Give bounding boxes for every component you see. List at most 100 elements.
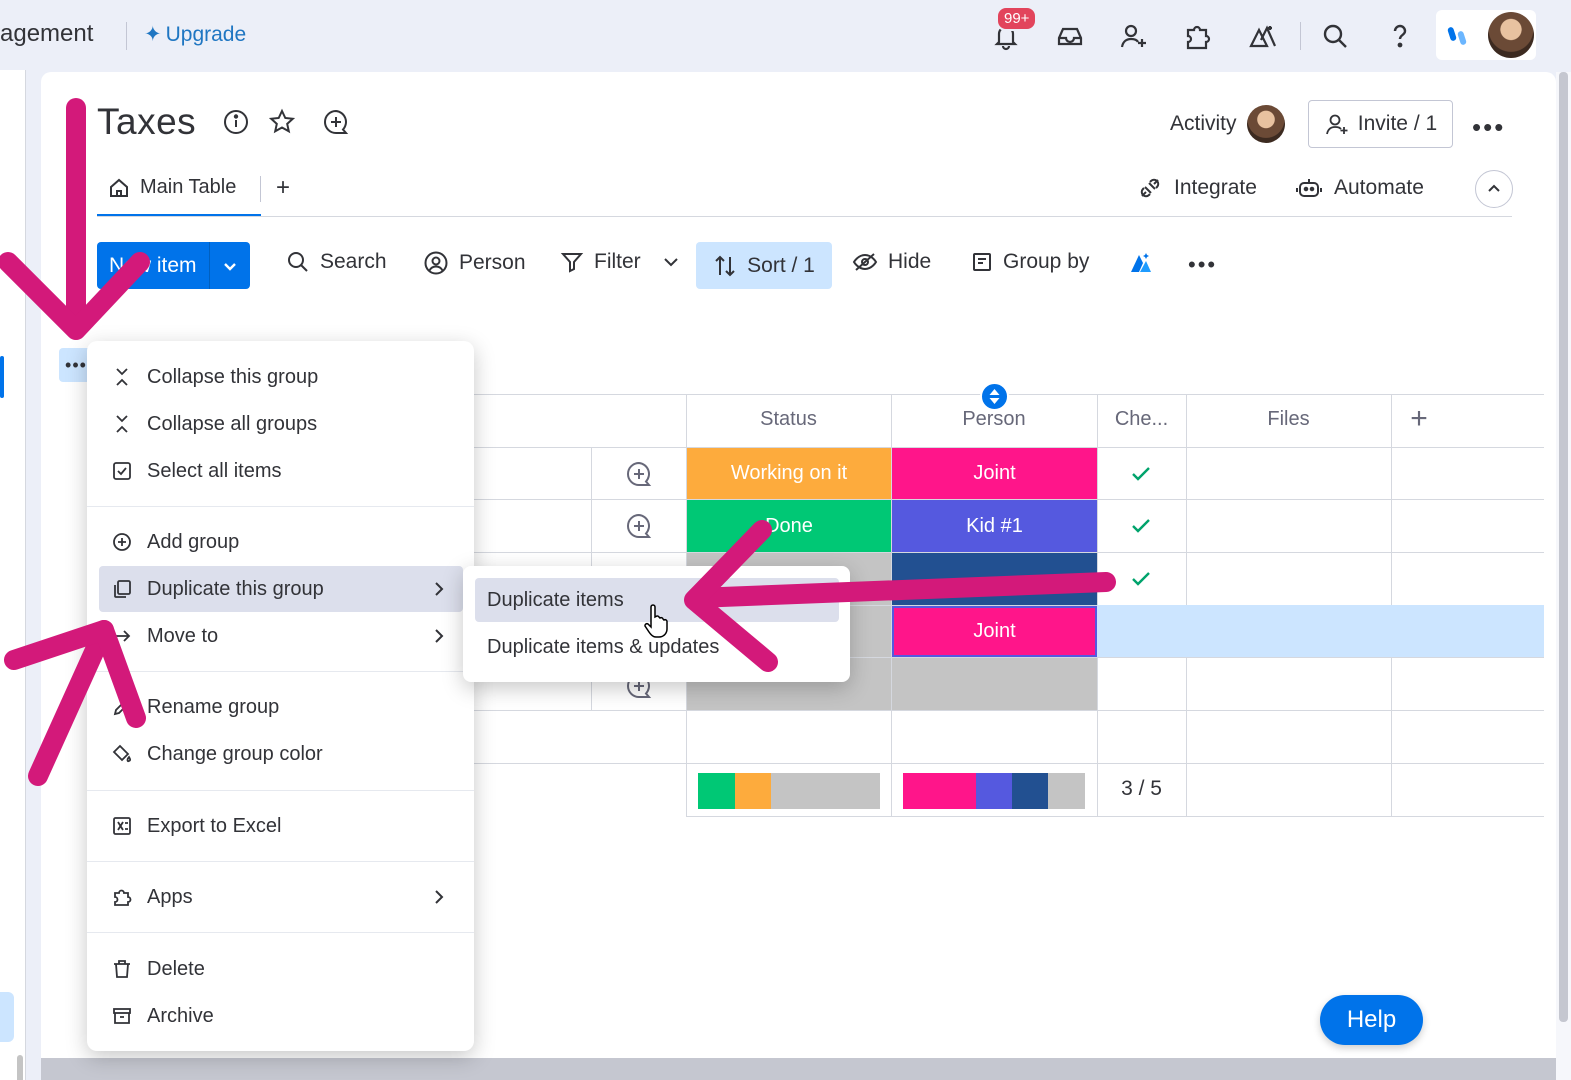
invite-button[interactable]: Invite / 1: [1308, 100, 1453, 148]
activity-avatar[interactable]: [1247, 105, 1285, 143]
ai-assistant-icon[interactable]: [1247, 20, 1279, 52]
vertical-scrollbar-thumb[interactable]: [1559, 72, 1568, 1022]
ai-sidekick-button[interactable]: [1128, 250, 1154, 276]
account-area[interactable]: [1436, 10, 1536, 60]
add-update-icon[interactable]: [625, 460, 653, 488]
invite-person-icon: [1324, 111, 1350, 137]
menu-item-change-color[interactable]: Change group color: [99, 731, 463, 777]
person-cell[interactable]: Joint: [892, 606, 1097, 657]
top-bar: agement ✦ Upgrade 99+: [0, 0, 1571, 70]
filter-button[interactable]: Filter: [560, 250, 681, 274]
selected-row-highlight: [1097, 605, 1544, 657]
checkmark-icon[interactable]: [1129, 462, 1153, 486]
menu-item-apps[interactable]: Apps: [99, 874, 463, 920]
collapse-header-button[interactable]: [1475, 170, 1513, 208]
column-header-status[interactable]: Status: [686, 408, 891, 431]
new-item-button[interactable]: New item: [97, 242, 250, 289]
divider: [126, 22, 127, 50]
search-icon: [288, 252, 308, 272]
group-by-button[interactable]: Group by: [971, 250, 1089, 274]
chevron-down-icon: [224, 262, 236, 271]
menu-item-delete[interactable]: Delete: [99, 946, 463, 992]
menu-item-collapse-all[interactable]: Collapse all groups: [99, 401, 463, 447]
info-icon[interactable]: [222, 108, 250, 136]
tab-main-table[interactable]: Main Table: [108, 176, 236, 199]
activity-button[interactable]: Activity: [1170, 112, 1237, 136]
checkmark-icon[interactable]: [1129, 514, 1153, 538]
horizontal-scrollbar[interactable]: [41, 1058, 1556, 1080]
group-by-label: Group by: [1003, 250, 1090, 273]
person-cell[interactable]: Kid #1: [892, 500, 1097, 552]
table-border: [474, 394, 1544, 395]
menu-item-move-to[interactable]: Move to: [99, 613, 463, 659]
monday-logo-icon: [1446, 23, 1472, 49]
invite-members-icon[interactable]: [1118, 20, 1150, 52]
person-cell[interactable]: [892, 553, 1097, 605]
column-header-person[interactable]: Person: [891, 408, 1097, 431]
person-cell[interactable]: [892, 658, 1097, 710]
menu-item-label: Select all items: [147, 459, 282, 482]
status-summary-bar[interactable]: [698, 773, 880, 809]
person-summary-bar[interactable]: [903, 773, 1085, 809]
hide-label: Hide: [888, 250, 932, 273]
chevron-right-icon: [429, 887, 449, 907]
add-update-icon[interactable]: [625, 512, 653, 540]
table-border: [686, 816, 1544, 817]
archive-icon: [111, 1005, 133, 1027]
board-more-options-icon[interactable]: •••: [1472, 112, 1505, 143]
column-header-check[interactable]: Che...: [1097, 408, 1186, 431]
workspace-name[interactable]: agement: [0, 20, 93, 48]
automate-button[interactable]: Automate: [1296, 176, 1424, 200]
star-favorite-icon[interactable]: [268, 108, 296, 136]
add-column-button[interactable]: +: [1391, 402, 1447, 436]
apps-puzzle-icon[interactable]: [1182, 20, 1214, 52]
search-label: Search: [320, 250, 387, 273]
hide-columns-button[interactable]: Hide: [852, 250, 931, 274]
menu-item-rename-group[interactable]: Rename group: [99, 684, 463, 730]
sidebar-scrollbar[interactable]: [17, 1055, 23, 1080]
divider: [1300, 22, 1301, 50]
menu-item-label: Collapse this group: [147, 365, 319, 388]
menu-item-select-all[interactable]: Select all items: [99, 448, 463, 494]
menu-item-label: Rename group: [147, 695, 280, 718]
status-cell[interactable]: Working on it: [687, 448, 891, 499]
person-label: Person: [459, 251, 526, 274]
vertical-scrollbar-track[interactable]: [1556, 72, 1571, 1080]
board-title[interactable]: Taxes: [97, 101, 196, 143]
person-filter-button[interactable]: Person: [423, 250, 526, 276]
menu-divider: [87, 790, 474, 791]
group-by-icon: [973, 253, 991, 271]
menu-item-duplicate-group[interactable]: Duplicate this group: [99, 566, 463, 612]
menu-item-label: Duplicate this group: [147, 577, 324, 600]
trash-icon: [111, 958, 133, 980]
upgrade-button[interactable]: ✦ Upgrade: [144, 22, 246, 47]
sort-indicator-icon[interactable]: [980, 382, 1009, 411]
column-header-files[interactable]: Files: [1186, 408, 1391, 431]
add-view-button[interactable]: +: [276, 174, 290, 202]
menu-item-archive[interactable]: Archive: [99, 993, 463, 1039]
add-update-chat-icon[interactable]: [322, 108, 350, 136]
checkmark-icon[interactable]: [1129, 567, 1153, 591]
menu-item-add-group[interactable]: Add group: [99, 519, 463, 565]
divider: [260, 176, 261, 202]
help-question-icon[interactable]: [1384, 20, 1416, 52]
help-button[interactable]: Help: [1320, 995, 1423, 1045]
user-avatar[interactable]: [1488, 12, 1534, 58]
status-cell[interactable]: Done: [687, 500, 891, 552]
table-border: [474, 710, 1544, 711]
menu-item-collapse-group[interactable]: Collapse this group: [99, 354, 463, 400]
pencil-icon: [111, 696, 133, 718]
activity-label: Activity: [1170, 112, 1237, 135]
menu-item-export-excel[interactable]: Export to Excel: [99, 803, 463, 849]
sparkle-icon: ✦: [144, 23, 162, 46]
inbox-icon[interactable]: [1054, 20, 1086, 52]
sidebar-highlight[interactable]: [0, 992, 14, 1042]
new-item-dropdown[interactable]: [210, 258, 250, 274]
toolbar-more-icon[interactable]: •••: [1188, 252, 1217, 278]
menu-divider: [87, 932, 474, 933]
integrate-button[interactable]: Integrate: [1138, 176, 1257, 200]
sort-button[interactable]: Sort / 1: [696, 242, 832, 289]
search-button[interactable]: Search: [286, 250, 387, 274]
search-icon[interactable]: [1319, 20, 1351, 52]
person-cell[interactable]: Joint: [892, 448, 1097, 499]
